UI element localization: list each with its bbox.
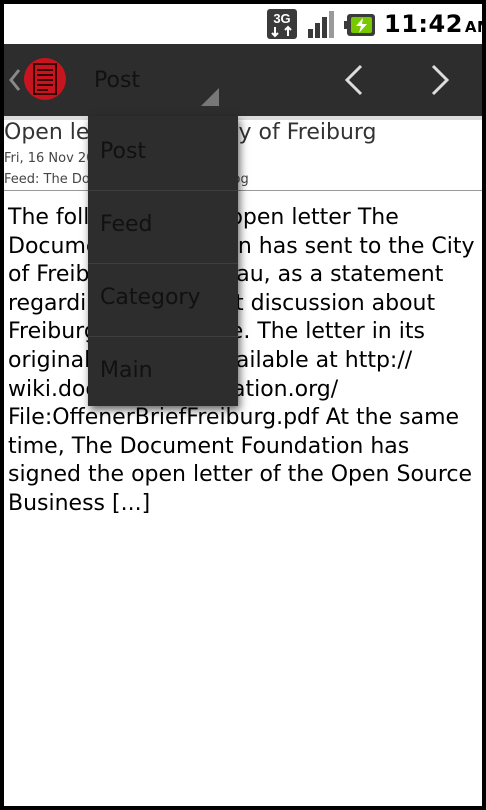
dropdown-item-main[interactable]: Main bbox=[88, 337, 238, 409]
clock-time: 11:42 bbox=[384, 10, 463, 38]
post-body: The following is the open letter The Doc… bbox=[8, 205, 475, 516]
dropdown-item-label: Main bbox=[100, 358, 153, 383]
dropdown-item-label: Post bbox=[100, 139, 147, 164]
previous-arrow-icon[interactable] bbox=[337, 62, 373, 98]
chevron-left-small-icon[interactable] bbox=[8, 68, 22, 92]
spinner-triangle-icon[interactable] bbox=[201, 88, 219, 106]
action-bar: Post bbox=[4, 44, 482, 116]
dropdown-item-label: Feed bbox=[100, 212, 153, 237]
app-screen: 3G 11:42AM bbox=[4, 4, 482, 806]
header-divider bbox=[4, 190, 482, 191]
dropdown-item-post[interactable]: Post bbox=[88, 118, 238, 190]
network-label: 3G bbox=[273, 11, 290, 26]
network-3g-icon: 3G bbox=[267, 9, 297, 39]
navigation-dropdown: Post Feed Category Main bbox=[88, 116, 238, 406]
status-bar: 3G 11:42AM bbox=[4, 4, 482, 44]
app-logo-icon[interactable] bbox=[22, 54, 68, 104]
battery-charging-icon bbox=[344, 14, 375, 36]
dropdown-item-label: Category bbox=[100, 285, 201, 310]
signal-strength-icon bbox=[308, 11, 334, 38]
dropdown-item-category[interactable]: Category bbox=[88, 264, 238, 336]
clock: 11:42AM bbox=[384, 10, 482, 38]
spinner-selected-label[interactable]: Post bbox=[94, 68, 140, 93]
dropdown-item-feed[interactable]: Feed bbox=[88, 191, 238, 263]
next-arrow-icon[interactable] bbox=[421, 62, 457, 98]
device-frame: 3G 11:42AM bbox=[0, 0, 486, 810]
clock-ampm: AM bbox=[464, 18, 482, 36]
